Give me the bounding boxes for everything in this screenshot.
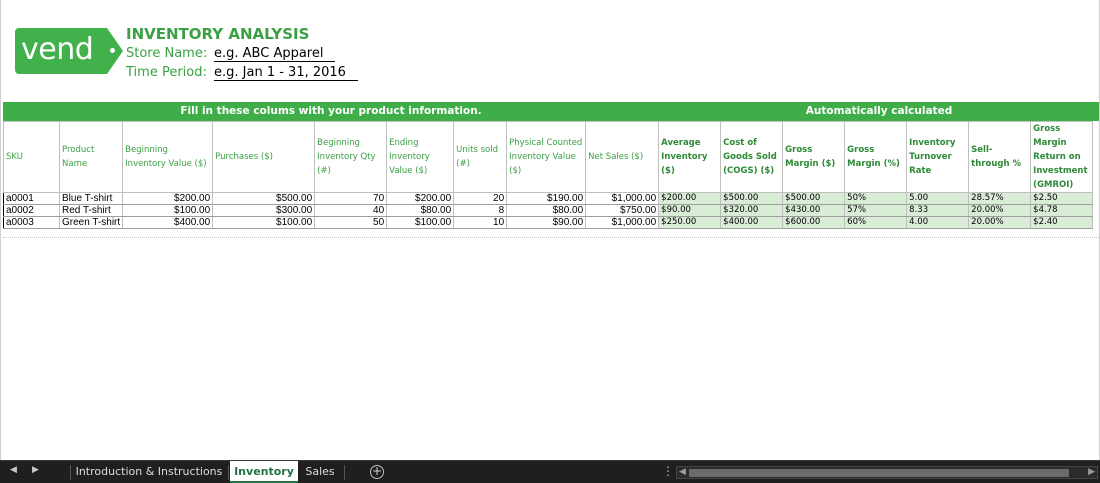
cell-sell-through[interactable]: 20.00% [968, 204, 1032, 217]
tab-separator [344, 465, 345, 480]
time-period-label: Time Period: [126, 65, 207, 80]
cell-gross-margin-dollars[interactable]: $600.00 [782, 216, 846, 229]
time-period-value[interactable]: e.g. Jan 1 - 31, 2016 [214, 65, 358, 81]
cell-ending-inventory-value[interactable]: $200.00 [386, 192, 455, 205]
tab-introduction[interactable]: Introduction & Instructions [74, 461, 224, 483]
cell-beginning-inventory-value[interactable]: $400.00 [122, 216, 214, 229]
cell-average-inventory[interactable]: $200.00 [658, 192, 722, 205]
cell-cogs[interactable]: $500.00 [720, 192, 784, 205]
cell-ending-inventory-value[interactable]: $80.00 [386, 204, 455, 217]
cell-ending-inventory-value[interactable]: $100.00 [386, 216, 455, 229]
scroll-right-icon[interactable]: ▶ [1088, 467, 1095, 477]
cell-beginning-inventory-qty[interactable]: 50 [314, 216, 388, 229]
cell-physical-counted-value[interactable]: $90.00 [506, 216, 587, 229]
col-header-units-sold[interactable]: Units sold (#) [453, 121, 508, 193]
col-header-gross-margin-percent[interactable]: Gross Margin (%) [844, 121, 908, 193]
logo-text: vend [21, 32, 94, 67]
cell-average-inventory[interactable]: $90.00 [658, 204, 722, 217]
scroll-left-icon[interactable]: ◀ [679, 467, 686, 477]
cell-gross-margin-percent[interactable]: 50% [844, 192, 908, 205]
cell-gross-margin-percent[interactable]: 57% [844, 204, 908, 217]
cell-gmroi[interactable]: $2.50 [1030, 192, 1094, 205]
inventory-table: SKU Product Name Beginning Inventory Val… [3, 121, 1094, 229]
logo-dot [110, 48, 115, 53]
col-header-beginning-inventory-value[interactable]: Beginning Inventory Value ($) [122, 121, 214, 193]
cell-units-sold[interactable]: 10 [453, 216, 508, 229]
cell-cogs[interactable]: $400.00 [720, 216, 784, 229]
col-header-purchases[interactable]: Purchases ($) [212, 121, 316, 193]
tab-separator [70, 465, 71, 480]
more-options-icon[interactable]: ⋮ [662, 464, 674, 478]
cell-purchases[interactable]: $500.00 [212, 192, 316, 205]
cell-gross-margin-dollars[interactable]: $500.00 [782, 192, 846, 205]
vend-logo: vend [15, 28, 123, 74]
cell-gross-margin-dollars[interactable]: $430.00 [782, 204, 846, 217]
cell-units-sold[interactable]: 20 [453, 192, 508, 205]
calculated-columns-banner: Automatically calculated [659, 102, 1099, 121]
cell-beginning-inventory-value[interactable]: $200.00 [122, 192, 214, 205]
col-header-sku[interactable]: SKU [3, 121, 60, 193]
col-header-gross-margin-dollars[interactable]: Gross Margin ($) [782, 121, 846, 193]
cell-physical-counted-value[interactable]: $80.00 [506, 204, 587, 217]
scrollbar-thumb[interactable] [689, 469, 1069, 477]
cell-gross-margin-percent[interactable]: 60% [844, 216, 908, 229]
cell-net-sales[interactable]: $1,000.00 [585, 192, 660, 205]
col-header-inventory-turnover[interactable]: Inventory Turnover Rate [906, 121, 970, 193]
cell-product-name[interactable]: Red T-shirt [58, 204, 124, 217]
col-header-product-name[interactable]: Product Name [58, 121, 124, 193]
col-header-beginning-inventory-qty[interactable]: Beginning Inventory Qty (#) [314, 121, 388, 193]
col-header-physical-counted-value[interactable]: Physical Counted Inventory Value ($) [506, 121, 587, 193]
cell-net-sales[interactable]: $1,000.00 [585, 216, 660, 229]
next-sheet-icon[interactable]: ▶ [32, 465, 39, 475]
cell-sku[interactable]: a0001 [3, 192, 60, 205]
cell-purchases[interactable]: $300.00 [212, 204, 316, 217]
cell-inventory-turnover[interactable]: 8.33 [906, 204, 970, 217]
cell-inventory-turnover[interactable]: 5.00 [906, 192, 970, 205]
input-columns-banner: Fill in these colums with your product i… [3, 102, 659, 121]
table-row: a0002 Red T-shirt $100.00 $300.00 40 $80… [3, 204, 1094, 217]
col-header-net-sales[interactable]: Net Sales ($) [585, 121, 660, 193]
sheet-tab-bar: ◀ ▶ Introduction & Instructions Inventor… [0, 460, 1100, 483]
tab-inventory[interactable]: Inventory [230, 461, 298, 483]
cell-cogs[interactable]: $320.00 [720, 204, 784, 217]
cell-units-sold[interactable]: 8 [453, 204, 508, 217]
store-name-value[interactable]: e.g. ABC Apparel [214, 46, 336, 62]
prev-sheet-icon[interactable]: ◀ [10, 465, 17, 475]
horizontal-scrollbar[interactable]: ◀ ▶ [676, 466, 1098, 479]
cell-net-sales[interactable]: $750.00 [585, 204, 660, 217]
tab-sales[interactable]: Sales [300, 461, 340, 483]
table-row: a0003 Green T-shirt $400.00 $100.00 50 $… [3, 216, 1094, 229]
cell-average-inventory[interactable]: $250.00 [658, 216, 722, 229]
table-row: a0001 Blue T-shirt $200.00 $500.00 70 $2… [3, 192, 1094, 205]
header-row: SKU Product Name Beginning Inventory Val… [3, 121, 1094, 193]
tab-separator [228, 465, 229, 480]
col-header-ending-inventory-value[interactable]: Ending Inventory Value ($) [386, 121, 455, 193]
cell-product-name[interactable]: Blue T-shirt [58, 192, 124, 205]
cell-sku[interactable]: a0002 [3, 204, 60, 217]
cell-beginning-inventory-value[interactable]: $100.00 [122, 204, 214, 217]
cell-inventory-turnover[interactable]: 4.00 [906, 216, 970, 229]
cell-product-name[interactable]: Green T-shirt [58, 216, 124, 229]
sheet-title: INVENTORY ANALYSIS [126, 25, 310, 43]
cell-purchases[interactable]: $100.00 [212, 216, 316, 229]
cell-sku[interactable]: a0003 [3, 216, 60, 229]
col-header-sell-through[interactable]: Sell-through % [968, 121, 1032, 193]
cell-physical-counted-value[interactable]: $190.00 [506, 192, 587, 205]
cell-beginning-inventory-qty[interactable]: 70 [314, 192, 388, 205]
cell-gmroi[interactable]: $2.40 [1030, 216, 1094, 229]
cell-sell-through[interactable]: 28.57% [968, 192, 1032, 205]
col-header-gmroi[interactable]: Gross Margin Return on Investment (GMROI… [1030, 121, 1094, 193]
store-name-label: Store Name: [126, 46, 208, 61]
cell-sell-through[interactable]: 20.00% [968, 216, 1032, 229]
col-header-cogs[interactable]: Cost of Goods Sold (COGS) ($) [720, 121, 784, 193]
add-sheet-icon[interactable]: + [370, 465, 384, 479]
cell-gmroi[interactable]: $4.78 [1030, 204, 1094, 217]
page-break-line [3, 237, 1099, 238]
spreadsheet-area: vend INVENTORY ANALYSIS Store Name: e.g.… [0, 0, 1100, 460]
col-header-average-inventory[interactable]: Average Inventory ($) [658, 121, 722, 193]
cell-beginning-inventory-qty[interactable]: 40 [314, 204, 388, 217]
